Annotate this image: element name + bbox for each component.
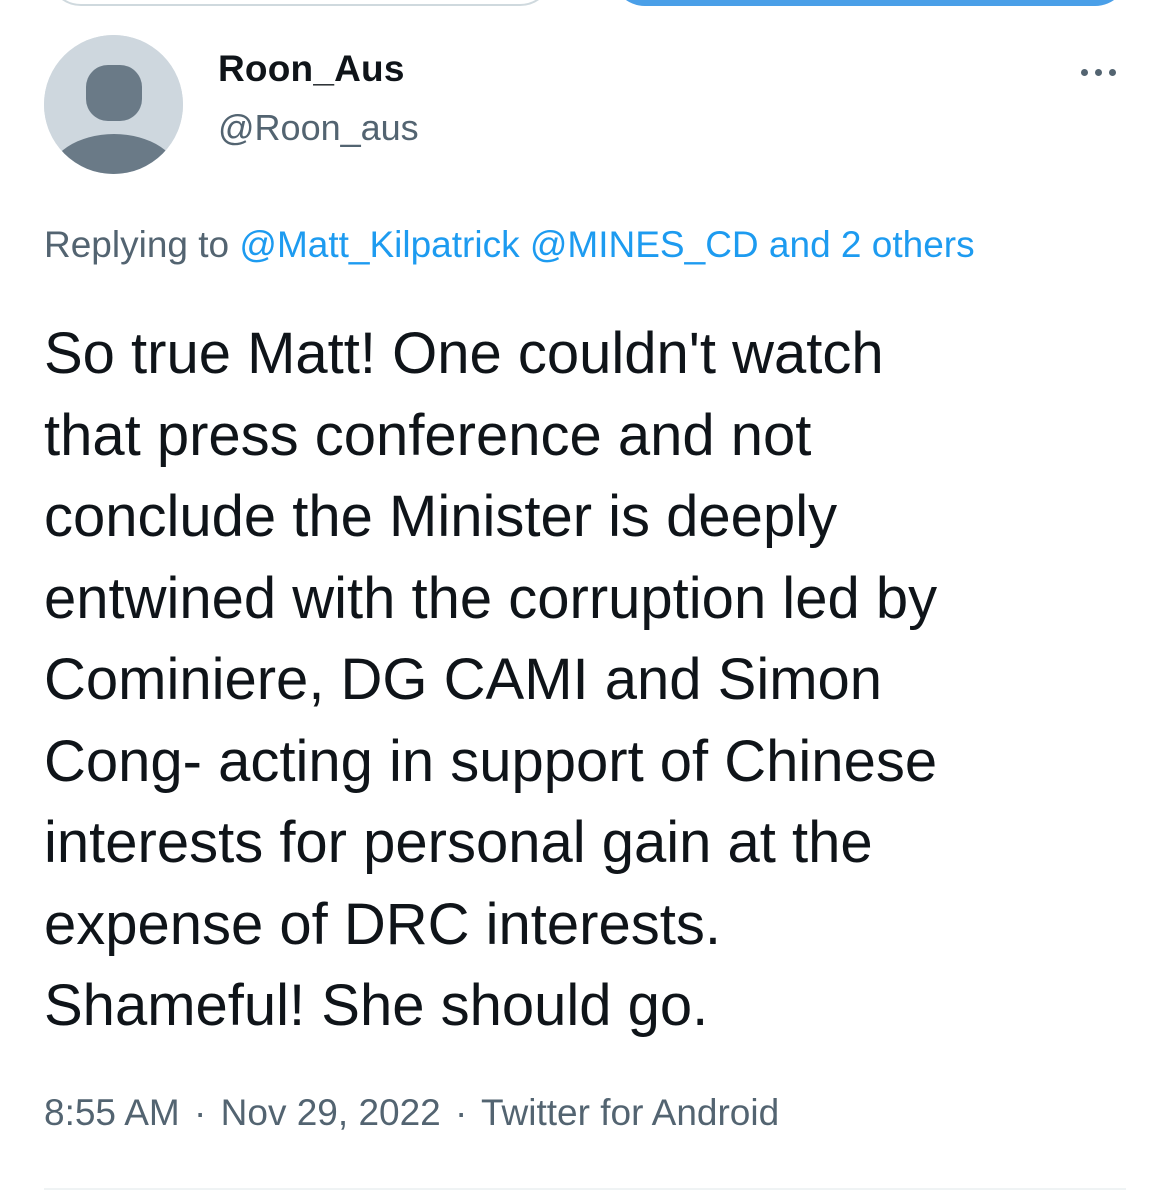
more-options-icon[interactable] [1070, 52, 1126, 92]
and-others-link[interactable]: and 2 others [769, 224, 975, 265]
tweet-line: expense of DRC interests. [44, 891, 721, 957]
top-left-button[interactable] [48, 0, 553, 6]
tweet-date[interactable]: Nov 29, 2022 [221, 1092, 441, 1133]
tweet-line: Cong- acting in support of Chinese [44, 728, 938, 794]
tweet-time[interactable]: 8:55 AM [44, 1092, 180, 1133]
tweet-line: So true Matt! One couldn't watch [44, 321, 884, 386]
tweet-line: that press conference and not [44, 402, 812, 468]
more-dot [1080, 68, 1088, 76]
more-dot [1094, 68, 1102, 76]
meta-separator: · [194, 1092, 207, 1133]
default-avatar-icon [44, 35, 183, 174]
author-handle[interactable]: @Roon_aus [218, 107, 419, 149]
mention-mines-cd[interactable]: @MINES_CD [530, 224, 759, 265]
top-right-button[interactable] [612, 0, 1128, 6]
tweet-metadata: 8:55 AM · Nov 29, 2022 · Twitter for And… [44, 1092, 779, 1134]
mention-matt-kilpatrick[interactable]: @Matt_Kilpatrick [239, 224, 519, 265]
meta-separator: · [455, 1092, 468, 1133]
tweet-line: conclude the Minister is deeply [44, 484, 838, 549]
tweet-line: interests for personal gain at the [44, 810, 873, 875]
avatar[interactable] [44, 35, 183, 174]
tweet-source[interactable]: Twitter for Android [481, 1092, 779, 1133]
tweet-line: Cominiere, DG CAMI and Simon [44, 647, 883, 712]
author-display-name[interactable]: Roon_Aus [218, 48, 405, 90]
more-dot [1108, 68, 1116, 76]
tweet-line: entwined with the corruption led by [44, 565, 938, 631]
replying-to-line: Replying to @Matt_Kilpatrick @MINES_CD a… [44, 224, 975, 266]
tweet-line: Shameful! She should go. [44, 973, 709, 1038]
replying-to-label: Replying to [44, 224, 230, 265]
top-action-bar [0, 0, 1170, 12]
tweet-text: So true Matt! One couldn't watch that pr… [44, 313, 1134, 1047]
